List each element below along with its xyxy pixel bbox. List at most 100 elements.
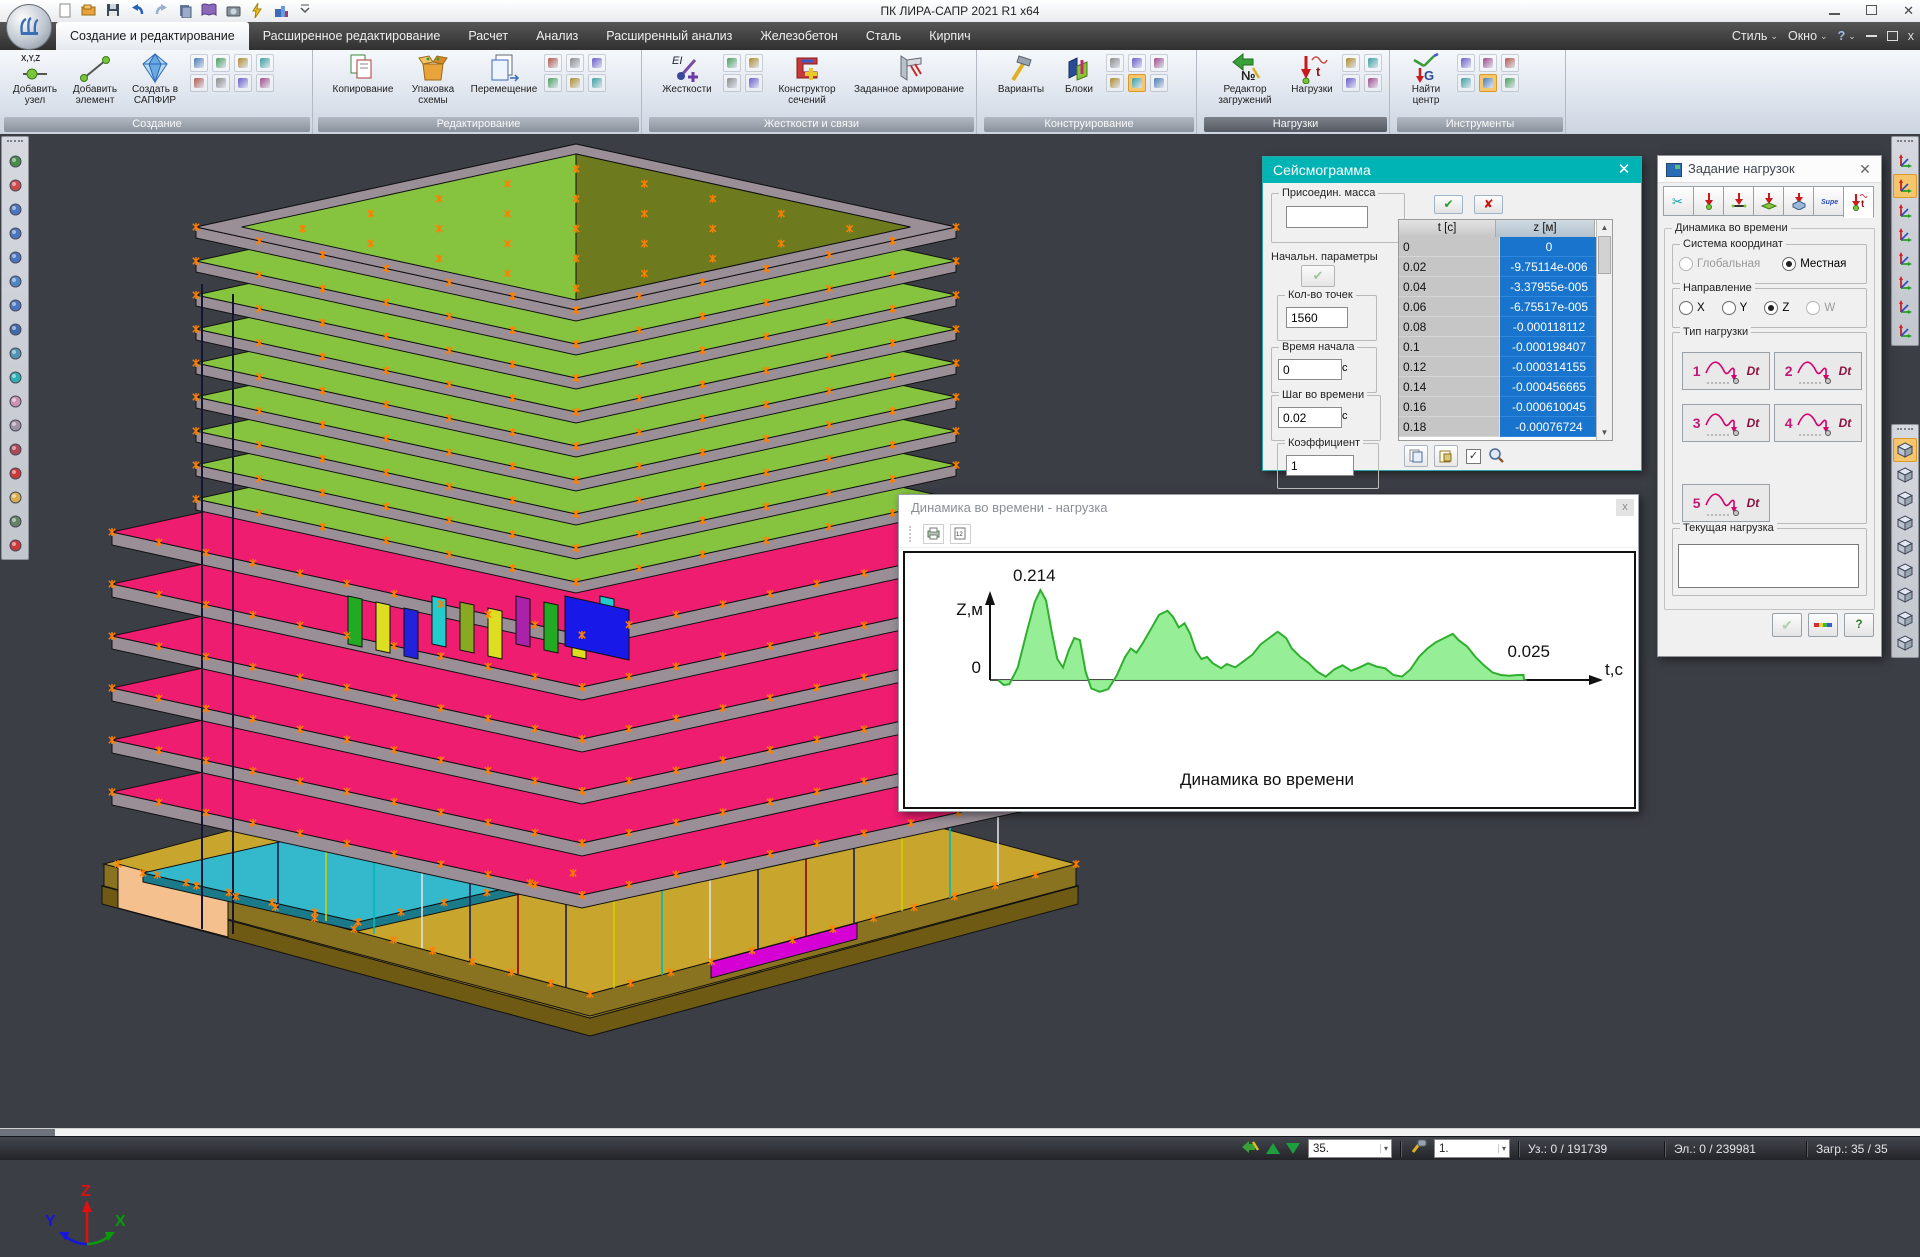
- copy-button[interactable]: Копирование: [330, 52, 396, 114]
- dimension-icon[interactable]: [4, 510, 26, 532]
- table-row[interactable]: 0.18-0.00076724: [1399, 417, 1612, 437]
- draw-select-icon[interactable]: [4, 342, 26, 364]
- rotate-view-icon[interactable]: [1479, 74, 1497, 92]
- move-button[interactable]: Перемещение: [470, 52, 538, 114]
- surface-icon[interactable]: [212, 54, 230, 72]
- flashlight-icon[interactable]: [4, 486, 26, 508]
- restore-button[interactable]: [1866, 0, 1877, 22]
- variant-icon[interactable]: [1410, 1139, 1428, 1158]
- rotate-select-icon[interactable]: [4, 414, 26, 436]
- pages-icon[interactable]: [176, 1, 194, 19]
- variant-combo[interactable]: 1.▾: [1434, 1139, 1510, 1158]
- table-header-1[interactable]: z [м]: [1496, 220, 1595, 237]
- steel-profile-icon[interactable]: [1106, 74, 1124, 92]
- radio-direction-y[interactable]: Y: [1722, 301, 1748, 315]
- cell-z[interactable]: -6.75517e-005: [1500, 297, 1598, 317]
- close-icon[interactable]: ✕: [1613, 157, 1635, 183]
- cell-t[interactable]: 0.16: [1399, 397, 1500, 417]
- select-target-icon[interactable]: [4, 270, 26, 292]
- load-type-2-button[interactable]: 2Dt: [1774, 352, 1862, 390]
- run-lightning-icon[interactable]: [248, 1, 266, 19]
- tab-1[interactable]: Расширенное редактирование: [249, 22, 455, 50]
- display-options-button[interactable]: [1808, 613, 1838, 637]
- cell-z[interactable]: -0.000610045: [1500, 397, 1598, 417]
- apply-button[interactable]: ✔: [1772, 613, 1802, 637]
- table-header-0[interactable]: t [c]: [1399, 220, 1496, 237]
- rod-cs-icon[interactable]: [745, 54, 763, 72]
- tab-scissors[interactable]: ✂: [1663, 186, 1693, 216]
- xz-projection-icon[interactable]: [1894, 200, 1916, 222]
- add-element-button[interactable]: Добавить элемент: [66, 52, 124, 114]
- cell-t[interactable]: 0.14: [1399, 377, 1500, 397]
- cell-t[interactable]: 0.18: [1399, 417, 1500, 437]
- load-copy-icon[interactable]: [1364, 74, 1382, 92]
- fxy-icon[interactable]: [234, 54, 252, 72]
- cube-bottom-icon[interactable]: [1894, 608, 1916, 630]
- reinforcement-button[interactable]: Заданное армирование: [853, 52, 965, 114]
- grid-gen-icon[interactable]: [234, 74, 252, 92]
- radio-coord-глобальная[interactable]: Глобальная: [1679, 257, 1760, 271]
- zoom-search-icon[interactable]: [4, 462, 26, 484]
- sapfir-button[interactable]: Создать в САПФИР: [126, 52, 184, 114]
- concrete-icon[interactable]: [1106, 54, 1124, 72]
- pointer-icon[interactable]: [1457, 54, 1475, 72]
- select-horizontal-icon[interactable]: [4, 246, 26, 268]
- paste-table-icon[interactable]: [1404, 445, 1428, 467]
- cell-t[interactable]: 0.12: [1399, 357, 1500, 377]
- dimetry-icon[interactable]: [1893, 174, 1917, 198]
- rotate-z-icon[interactable]: [1894, 296, 1916, 318]
- next-loadcase-icon[interactable]: [1286, 1143, 1300, 1154]
- radio-direction-x[interactable]: X: [1679, 301, 1705, 315]
- import-table-icon[interactable]: [1434, 445, 1458, 467]
- select-mesh-icon[interactable]: [4, 174, 26, 196]
- tab-5[interactable]: Железобетон: [746, 22, 851, 50]
- menu-help[interactable]: ?⌄: [1838, 29, 1856, 43]
- radio-direction-w[interactable]: W: [1806, 301, 1835, 315]
- mdi-close-button[interactable]: x: [1908, 29, 1914, 43]
- cell-z[interactable]: -0.000456665: [1500, 377, 1598, 397]
- fragment-icon[interactable]: [1501, 74, 1519, 92]
- select-ef-icon[interactable]: [4, 318, 26, 340]
- scroll-down-icon[interactable]: ▼: [1597, 425, 1612, 440]
- renumber-icon[interactable]: [588, 74, 606, 92]
- cell-t[interactable]: 0.08: [1399, 317, 1500, 337]
- tab-0[interactable]: Создание и редактирование: [56, 22, 249, 50]
- tab-3[interactable]: Анализ: [522, 22, 592, 50]
- table-row[interactable]: 0.02-9.75114e-006: [1399, 257, 1612, 277]
- new-document-icon[interactable]: [56, 1, 74, 19]
- spring-icon[interactable]: [723, 74, 741, 92]
- hinge-icon[interactable]: [723, 54, 741, 72]
- plate-load-icon[interactable]: [1364, 54, 1382, 72]
- menu-style[interactable]: Стиль⌄: [1732, 29, 1778, 43]
- node-load-icon[interactable]: [1342, 54, 1360, 72]
- tab-super[interactable]: Super: [1813, 186, 1843, 216]
- props-copy-icon[interactable]: [566, 74, 584, 92]
- tab-solid-load[interactable]: [1783, 186, 1813, 216]
- plate-cs-icon[interactable]: [745, 74, 763, 92]
- cell-z[interactable]: -0.000198407: [1500, 337, 1598, 357]
- table-row[interactable]: 0.06-6.75517e-005: [1399, 297, 1612, 317]
- table-row[interactable]: 0.14-0.000456665: [1399, 377, 1612, 397]
- block-table-icon[interactable]: [1150, 74, 1168, 92]
- points-count-input[interactable]: [1286, 307, 1348, 328]
- stiffness-button[interactable]: EIЖесткости: [655, 52, 719, 114]
- add-node-button[interactable]: X,Y,ZДобавить узел: [6, 52, 64, 114]
- seismogram-table[interactable]: t [c]z [м]000.02-9.75114e-0060.04-3.3795…: [1398, 219, 1613, 441]
- cell-t[interactable]: 0.02: [1399, 257, 1500, 277]
- select-vertical-icon[interactable]: [4, 222, 26, 244]
- scissors-icon[interactable]: [544, 74, 562, 92]
- table-option-checkbox[interactable]: ✓: [1466, 449, 1481, 464]
- close-icon[interactable]: ✕: [1855, 156, 1875, 182]
- numbering-icon[interactable]: [1457, 74, 1475, 92]
- cube-clip-icon[interactable]: [1894, 536, 1916, 558]
- accept-button[interactable]: ✔: [1434, 195, 1463, 214]
- print-icon[interactable]: [923, 524, 944, 544]
- current-load-list[interactable]: [1678, 544, 1859, 588]
- tab-plate-load[interactable]: [1753, 186, 1783, 216]
- loadcase-editor-button[interactable]: №Редактор загружений: [1208, 52, 1282, 114]
- xy-projection-icon[interactable]: [1894, 224, 1916, 246]
- cell-z[interactable]: -3.37955e-005: [1500, 277, 1598, 297]
- dxf-icon[interactable]: [256, 74, 274, 92]
- sapfir-view-icon[interactable]: [272, 1, 290, 19]
- coefficient-input[interactable]: [1286, 455, 1354, 476]
